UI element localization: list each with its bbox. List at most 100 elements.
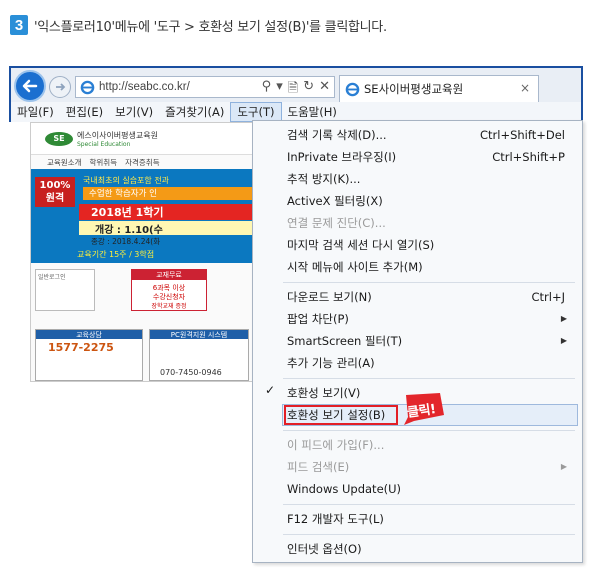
menu-item-dev-tools[interactable]: F12 개발자 도구(L) (287, 509, 577, 529)
tab-ie-icon (345, 82, 360, 96)
banner-period: 교육기간 15주 / 3학점 (77, 250, 155, 259)
step-header: 3 '익스플로러10'메뉴에 '도구 > 호환성 보기 설정(B)'를 클릭합니… (10, 14, 387, 36)
ie-logo-icon (80, 80, 95, 94)
click-callout-text: 클릭! (406, 402, 437, 421)
banner-line: 수업한 학습자가 인 (83, 187, 253, 200)
menu-tools[interactable]: 도구(T) (230, 102, 282, 122)
menu-view[interactable]: 보기(V) (109, 102, 159, 122)
menu-item-label: 연결 문제 진단(C)... (287, 216, 386, 230)
url-text[interactable]: http://seabc.co.kr/ (99, 81, 190, 93)
menu-help[interactable]: 도움말(H) (282, 102, 343, 122)
shortcut-label: Ctrl+Shift+Del (480, 128, 565, 142)
remote-title: PC원격지원 시스템 (150, 330, 248, 339)
submenu-arrow-icon: ▶ (560, 462, 567, 471)
menu-separator (283, 534, 575, 535)
promo-box[interactable]: 교재무료 6과목 이상 수강신청자 장학교재 증정 (131, 269, 207, 311)
menu-item-internet-options[interactable]: 인터넷 옵션(O) (287, 539, 577, 559)
consult-box[interactable]: 교육상담 1577-2275 (35, 329, 143, 381)
stop-icon[interactable]: ✕ (319, 79, 330, 101)
menu-item-diagnose: 연결 문제 진단(C)... (287, 213, 577, 233)
site-logo[interactable]: SE (45, 131, 73, 146)
menu-item-windows-update[interactable]: Windows Update(U) (287, 479, 577, 499)
compat-view-icon[interactable]: 🗎 (288, 79, 298, 101)
promo-title: 교재무료 (132, 270, 206, 280)
tools-dropdown-menu: 검색 기록 삭제(D)... Ctrl+Shift+Del InPrivate … (252, 120, 583, 563)
menu-item-downloads[interactable]: 다운로드 보기(N) Ctrl+J (287, 287, 577, 307)
back-arrow-icon (22, 79, 38, 93)
menu-separator (283, 504, 575, 505)
banner-year: 2018년 1학기 (79, 204, 254, 220)
dropdown-icon[interactable]: ▾ (276, 79, 283, 101)
forward-button[interactable] (49, 76, 71, 98)
menu-separator (283, 282, 575, 283)
site-nav-item[interactable]: 학위취득 (90, 157, 118, 168)
tab-close-icon[interactable]: × (520, 81, 530, 95)
step-number-badge: 3 (10, 15, 28, 35)
tab-title: SE사이버평생교육원 (364, 82, 464, 96)
remote-support-box[interactable]: PC원격지원 시스템 070-7450-0946 (149, 329, 249, 381)
shortcut-label: Ctrl+J (531, 290, 566, 304)
promo-sub: 장학교재 증정 (151, 303, 187, 310)
menu-item-add-to-start[interactable]: 시작 메뉴에 사이트 추가(M) (287, 257, 577, 277)
site-nav-item[interactable]: 교육원소개 (47, 157, 82, 168)
menu-edit[interactable]: 편집(E) (60, 102, 109, 122)
menu-item-label: F12 개발자 도구(L) (287, 512, 384, 526)
submenu-arrow-icon: ▶ (560, 314, 567, 323)
menu-item-label: 이 피드에 가입(F)... (287, 438, 385, 452)
submenu-arrow-icon: ▶ (560, 336, 567, 345)
menu-item-label: 마지막 검색 세션 다시 열기(S) (287, 238, 435, 252)
site-nav: 교육원소개 학위취득 자격증취득 (31, 155, 254, 169)
menu-item-label: 검색 기록 삭제(D)... (287, 128, 387, 142)
menu-item-label: 팝업 차단(P) (287, 312, 349, 326)
banner-badge: 100% 원격 (35, 177, 75, 207)
menu-item-reopen-session[interactable]: 마지막 검색 세션 다시 열기(S) (287, 235, 577, 255)
site-subtitle: Special Education (77, 140, 131, 148)
menu-file[interactable]: 파일(F) (11, 102, 60, 122)
login-box[interactable]: 일반로그인 (35, 269, 95, 311)
remote-phone: 070-7450-0946 (160, 368, 222, 377)
back-button[interactable] (14, 70, 46, 102)
menu-item-label: 피드 검색(E) (287, 460, 350, 474)
browser-window: http://seabc.co.kr/ ⚲ ▾ 🗎 ↻ ✕ SE사이버평생교육원… (9, 66, 583, 122)
menu-item-label: InPrivate 브라우징(I) (287, 150, 397, 164)
menu-item-label: 추적 방지(K)... (287, 172, 361, 186)
address-bar[interactable]: http://seabc.co.kr/ ⚲ ▾ 🗎 ↻ ✕ (75, 76, 335, 98)
site-name: 에스이사이버평생교육원 (77, 130, 158, 140)
menu-item-inprivate[interactable]: InPrivate 브라우징(I) Ctrl+Shift+P (287, 147, 577, 167)
menu-item-feed-discovery: 피드 검색(E) ▶ (287, 457, 577, 477)
menu-favorites[interactable]: 즐겨찾기(A) (159, 102, 230, 122)
menu-item-manage-addons[interactable]: 추가 기능 관리(A) (287, 353, 577, 373)
login-title: 일반로그인 (38, 274, 66, 281)
menu-bar: 파일(F) 편집(E) 보기(V) 즐겨찾기(A) 도구(T) 도움말(H) (11, 102, 581, 122)
shortcut-label: Ctrl+Shift+P (492, 150, 565, 164)
menu-item-label: 다운로드 보기(N) (287, 290, 372, 304)
menu-item-label: Windows Update(U) (287, 482, 402, 496)
menu-item-label: SmartScreen 필터(T) (287, 334, 403, 348)
forward-arrow-icon (56, 83, 66, 91)
site-header: SE 에스이사이버평생교육원 Special Education (31, 123, 254, 155)
menu-item-label: 인터넷 옵션(O) (287, 542, 362, 556)
menu-separator (283, 378, 575, 379)
menu-item-smartscreen[interactable]: SmartScreen 필터(T) ▶ (287, 331, 577, 351)
menu-item-label: 추가 기능 관리(A) (287, 356, 375, 370)
refresh-icon[interactable]: ↻ (303, 79, 314, 101)
address-bar-icons: ⚲ ▾ 🗎 ↻ ✕ (262, 79, 330, 101)
menu-item-label: 시작 메뉴에 사이트 추가(M) (287, 260, 423, 274)
consult-phone: 1577-2275 (48, 341, 114, 354)
site-nav-item[interactable]: 자격증취득 (125, 157, 160, 168)
web-page-content: SE 에스이사이버평생교육원 Special Education 교육원소개 학… (30, 122, 255, 382)
banner-open-date: 개강 : 1.10(수 (79, 221, 254, 236)
menu-item-activex-filter[interactable]: ActiveX 필터링(X) (287, 191, 577, 211)
banner-end-date: 종강 : 2018.4.24(화 (91, 237, 161, 246)
menu-item-subscribe-feed: 이 피드에 가입(F)... (287, 435, 577, 455)
menu-separator (283, 430, 575, 431)
navigation-bar: http://seabc.co.kr/ ⚲ ▾ 🗎 ↻ ✕ SE사이버평생교육원… (11, 68, 581, 102)
checkmark-icon: ✓ (265, 383, 276, 397)
menu-item-tracking-protection[interactable]: 추적 방지(K)... (287, 169, 577, 189)
menu-item-delete-history[interactable]: 검색 기록 삭제(D)... Ctrl+Shift+Del (287, 125, 577, 145)
browser-tab[interactable]: SE사이버평생교육원 × (339, 75, 539, 102)
site-banner[interactable]: 100% 원격 국내최초의 실습포함 전과 수업한 학습자가 인 2018년 1… (31, 169, 254, 263)
menu-item-popup-blocker[interactable]: 팝업 차단(P) ▶ (287, 309, 577, 329)
banner-line: 국내최초의 실습포함 전과 (83, 176, 170, 185)
search-icon[interactable]: ⚲ (262, 79, 272, 101)
